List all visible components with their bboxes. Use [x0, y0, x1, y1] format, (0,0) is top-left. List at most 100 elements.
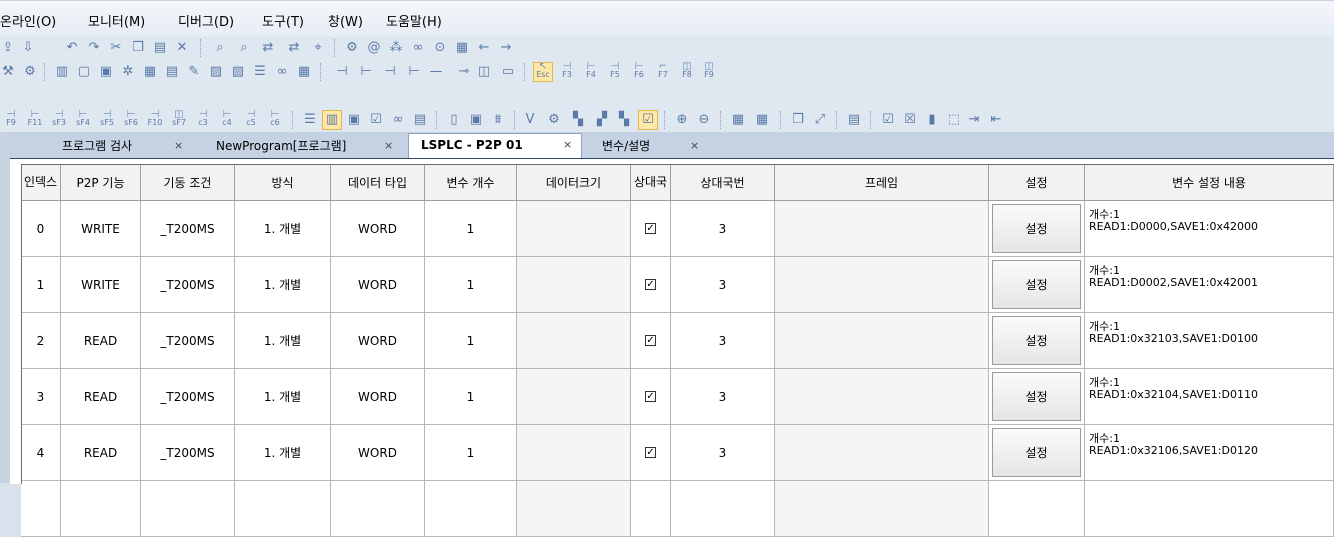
- c4-instr-icon[interactable]: ⊢ c4: [218, 110, 236, 129]
- cell-station-number[interactable]: 3: [671, 425, 775, 481]
- sf4-instr-icon[interactable]: ⊢ sF4: [74, 110, 92, 129]
- arrow-left-icon[interactable]: ←: [476, 40, 492, 56]
- delete-icon[interactable]: ✕: [174, 40, 190, 56]
- cell-method[interactable]: 1. 개별: [235, 313, 331, 369]
- cell-method[interactable]: 1. 개별: [235, 201, 331, 257]
- cut-icon[interactable]: ✂: [108, 40, 124, 56]
- contact-pos-icon[interactable]: ⊣: [382, 64, 398, 80]
- cell-variable-count[interactable]: 1: [425, 257, 517, 313]
- panel-icon[interactable]: ▤: [846, 112, 862, 128]
- cell-start-condition[interactable]: _T200MS: [141, 201, 235, 257]
- partner-station-checkbox[interactable]: ✓: [645, 335, 656, 346]
- wire-icon[interactable]: —: [428, 64, 444, 80]
- cell-data-type[interactable]: WORD: [331, 257, 425, 313]
- redo-icon[interactable]: ↷: [86, 40, 102, 56]
- menu-window[interactable]: 창(W): [328, 11, 363, 30]
- gear-icon[interactable]: ⚙: [546, 112, 562, 128]
- close-icon[interactable]: ×: [690, 135, 699, 157]
- view-icon[interactable]: ▥: [54, 64, 70, 80]
- undo-icon[interactable]: ↶: [64, 40, 80, 56]
- upload-icon[interactable]: ⇪: [0, 40, 16, 56]
- compile-icon[interactable]: ⚒: [0, 64, 16, 80]
- view-panel-icon[interactable]: ▤: [412, 112, 428, 128]
- cell-index[interactable]: 2: [21, 313, 61, 369]
- return-icon[interactable]: ⇤: [988, 112, 1004, 128]
- cell-station-number[interactable]: 3: [671, 369, 775, 425]
- menu-debug[interactable]: 디버그(D): [178, 11, 234, 30]
- close-icon[interactable]: ×: [563, 134, 572, 156]
- cell-partner-station[interactable]: ✓: [631, 425, 671, 481]
- cell-settings[interactable]: 설정: [989, 257, 1085, 313]
- settings-icon[interactable]: ⚙: [344, 40, 360, 56]
- cell-data-type[interactable]: WORD: [331, 369, 425, 425]
- cell-index[interactable]: 1: [21, 257, 61, 313]
- f10-instr-icon[interactable]: ⊣ F10: [146, 110, 164, 129]
- cell-variable-count[interactable]: 1: [425, 313, 517, 369]
- f3-key-icon[interactable]: ⊣ F3: [558, 62, 576, 81]
- f7-key-icon[interactable]: ⌐ F7: [654, 62, 672, 81]
- tab-newprogram[interactable]: NewProgram[프로그램] ×: [204, 135, 404, 158]
- cell-p2p-function[interactable]: WRITE: [61, 257, 141, 313]
- cell-settings[interactable]: 설정: [989, 425, 1085, 481]
- module-icon[interactable]: ▣: [98, 64, 114, 80]
- table-icon[interactable]: ▦: [142, 64, 158, 80]
- find-device-icon[interactable]: ⌖: [310, 40, 326, 56]
- var-check-icon[interactable]: ☑: [640, 112, 656, 128]
- sf5-instr-icon[interactable]: ⊣ sF5: [98, 110, 116, 129]
- cell-frame[interactable]: [775, 257, 989, 313]
- find-next-icon[interactable]: ⌕: [236, 40, 252, 56]
- zoom-in-icon[interactable]: ⊕: [674, 112, 690, 128]
- cell-data-size[interactable]: [517, 313, 631, 369]
- arrow-right-icon[interactable]: →: [498, 40, 514, 56]
- cell-frame[interactable]: [775, 425, 989, 481]
- cell-start-condition[interactable]: _T200MS: [141, 313, 235, 369]
- coil-set-icon[interactable]: ◫: [476, 64, 492, 80]
- contact-close-icon[interactable]: ⊢: [358, 64, 374, 80]
- frame-icon[interactable]: ▣: [468, 112, 484, 128]
- view-list-icon[interactable]: ☰: [302, 112, 318, 128]
- cell-data-size[interactable]: [517, 425, 631, 481]
- rebuild-icon[interactable]: ⚙: [22, 64, 38, 80]
- cross-box-icon[interactable]: ☒: [902, 112, 918, 128]
- f4-key-icon[interactable]: ⊢ F4: [582, 62, 600, 81]
- menu-monitor[interactable]: 모니터(M): [88, 11, 145, 30]
- cell-method[interactable]: 1. 개별: [235, 257, 331, 313]
- cell-method[interactable]: 1. 개별: [235, 369, 331, 425]
- close-icon[interactable]: ×: [174, 135, 183, 157]
- cell-station-number[interactable]: 3: [671, 257, 775, 313]
- cell-variable-count[interactable]: 1: [425, 425, 517, 481]
- sf3-instr-icon[interactable]: ⊣ sF3: [50, 110, 68, 129]
- f9-instr-icon[interactable]: ⊣ F9: [2, 110, 20, 129]
- cell-variable-settings[interactable]: 개수:1 READ1:0x32104,SAVE1:D0110: [1085, 369, 1334, 425]
- cell-settings[interactable]: 설정: [989, 369, 1085, 425]
- cell-index[interactable]: 0: [21, 201, 61, 257]
- cell-variable-count[interactable]: 1: [425, 201, 517, 257]
- settings-button[interactable]: 설정: [992, 204, 1081, 253]
- edit-icon[interactable]: ✎: [186, 64, 202, 80]
- cell-start-condition[interactable]: _T200MS: [141, 257, 235, 313]
- contact-open-icon[interactable]: ⊣: [334, 64, 350, 80]
- partner-station-checkbox[interactable]: ✓: [645, 279, 656, 290]
- cell-settings[interactable]: 설정: [989, 313, 1085, 369]
- tab-lsplc-p2p[interactable]: LSPLC - P2P 01 ×: [408, 133, 582, 158]
- f6-key-icon[interactable]: ⊢ F6: [630, 62, 648, 81]
- cell-data-type[interactable]: WORD: [331, 425, 425, 481]
- c6-instr-icon[interactable]: ⊢ c6: [266, 110, 284, 129]
- cell-variable-settings[interactable]: 개수:1 READ1:0x32106,SAVE1:D0120: [1085, 425, 1334, 481]
- copy-window-icon[interactable]: ❐: [790, 112, 806, 128]
- replace-next-icon[interactable]: ⇄: [286, 40, 302, 56]
- contact-neg-icon[interactable]: ⊢: [406, 64, 422, 80]
- cell-variable-settings[interactable]: 개수:1 READ1:D0000,SAVE1:0x42000: [1085, 201, 1334, 257]
- cell-partner-station[interactable]: ✓: [631, 369, 671, 425]
- cell-partner-station[interactable]: ✓: [631, 313, 671, 369]
- f9-key-icon[interactable]: ◫ F9: [700, 62, 718, 81]
- partner-station-checkbox[interactable]: ✓: [645, 447, 656, 458]
- cell-data-size[interactable]: [517, 257, 631, 313]
- cell-p2p-function[interactable]: READ: [61, 313, 141, 369]
- cell-p2p-function[interactable]: WRITE: [61, 201, 141, 257]
- cell-p2p-function[interactable]: READ: [61, 425, 141, 481]
- sf7-instr-icon[interactable]: ◫ sF7: [170, 110, 188, 129]
- list-icon[interactable]: ☰: [252, 64, 268, 80]
- cell-data-type[interactable]: WORD: [331, 313, 425, 369]
- f8-key-icon[interactable]: ◫ F8: [678, 62, 696, 81]
